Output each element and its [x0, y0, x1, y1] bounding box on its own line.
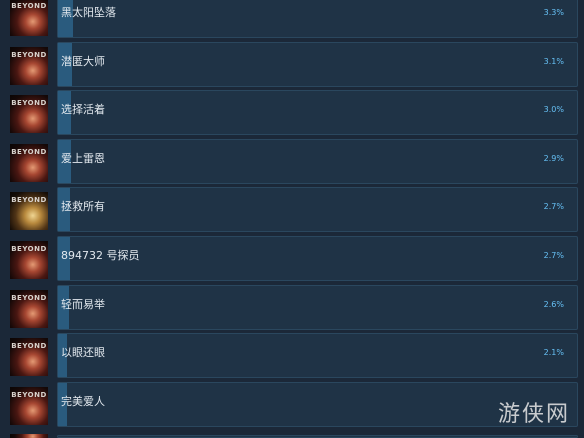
achievement-percent: 3.0% [543, 105, 564, 114]
achievement-percent: 2.7% [543, 251, 564, 260]
beyond-icon: BEYOND [10, 0, 48, 36]
achievement-percent: 3.3% [543, 8, 564, 17]
achievement-row[interactable]: BEYOND 894732 号探员 2.7% [0, 236, 584, 284]
achievement-row[interactable]: BEYOND 黑太阳坠落 3.3% [0, 0, 584, 41]
achievement-progress-bar [57, 333, 578, 378]
achievement-progress-bar [57, 139, 578, 184]
achievement-title: 爱上雷恩 [61, 152, 105, 165]
beyond-icon: BEYOND [10, 387, 48, 425]
achievement-title: 潜匿大师 [61, 55, 105, 68]
achievement-percent: 2.6% [543, 300, 564, 309]
achievement-percent: 3.1% [543, 57, 564, 66]
achievement-progress-bar [57, 42, 578, 87]
beyond-icon-gold: BEYOND [10, 192, 48, 230]
achievement-progress-bar [57, 90, 578, 135]
achievement-row[interactable]: BEYOND 爱上雷恩 2.9% [0, 139, 584, 187]
achievement-row[interactable]: BEYOND 轻而易举 2.6% [0, 285, 584, 333]
beyond-icon: BEYOND [10, 144, 48, 182]
achievement-percent: 2.1% [543, 348, 564, 357]
beyond-icon: BEYOND [10, 47, 48, 85]
beyond-icon: BEYOND [10, 241, 48, 279]
achievement-list: BEYOND 黑太阳坠落 3.3% BEYOND 潜匿大师 3.1% BEYON… [0, 0, 584, 438]
achievement-row[interactable]: BEYOND 拯救所有 2.7% [0, 187, 584, 235]
achievement-title: 选择活着 [61, 103, 105, 116]
achievement-row[interactable]: BEYOND 潜匿大师 3.1% [0, 42, 584, 90]
achievement-title: 894732 号探员 [61, 249, 140, 262]
achievement-progress-bar [57, 285, 578, 330]
achievement-title: 轻而易举 [61, 298, 105, 311]
achievement-row[interactable]: BEYOND 选择活着 3.0% [0, 90, 584, 138]
achievement-title: 黑太阳坠落 [61, 6, 116, 19]
achievement-row-partial[interactable] [0, 433, 584, 438]
beyond-icon [10, 434, 48, 438]
beyond-icon: BEYOND [10, 95, 48, 133]
achievement-percent: 2.9% [543, 154, 564, 163]
achievement-percent: 2.7% [543, 202, 564, 211]
achievement-progress-bar [57, 187, 578, 232]
achievement-title: 完美爱人 [61, 395, 105, 408]
achievement-row[interactable]: BEYOND 以眼还眼 2.1% [0, 333, 584, 381]
watermark: 游侠网 [497, 402, 570, 427]
beyond-icon: BEYOND [10, 290, 48, 328]
achievement-progress-bar [57, 0, 578, 38]
achievement-title: 以眼还眼 [61, 346, 105, 359]
achievement-title: 拯救所有 [61, 200, 105, 213]
achievement-row[interactable]: BEYOND 完美爱人 [0, 382, 584, 430]
beyond-icon: BEYOND [10, 338, 48, 376]
